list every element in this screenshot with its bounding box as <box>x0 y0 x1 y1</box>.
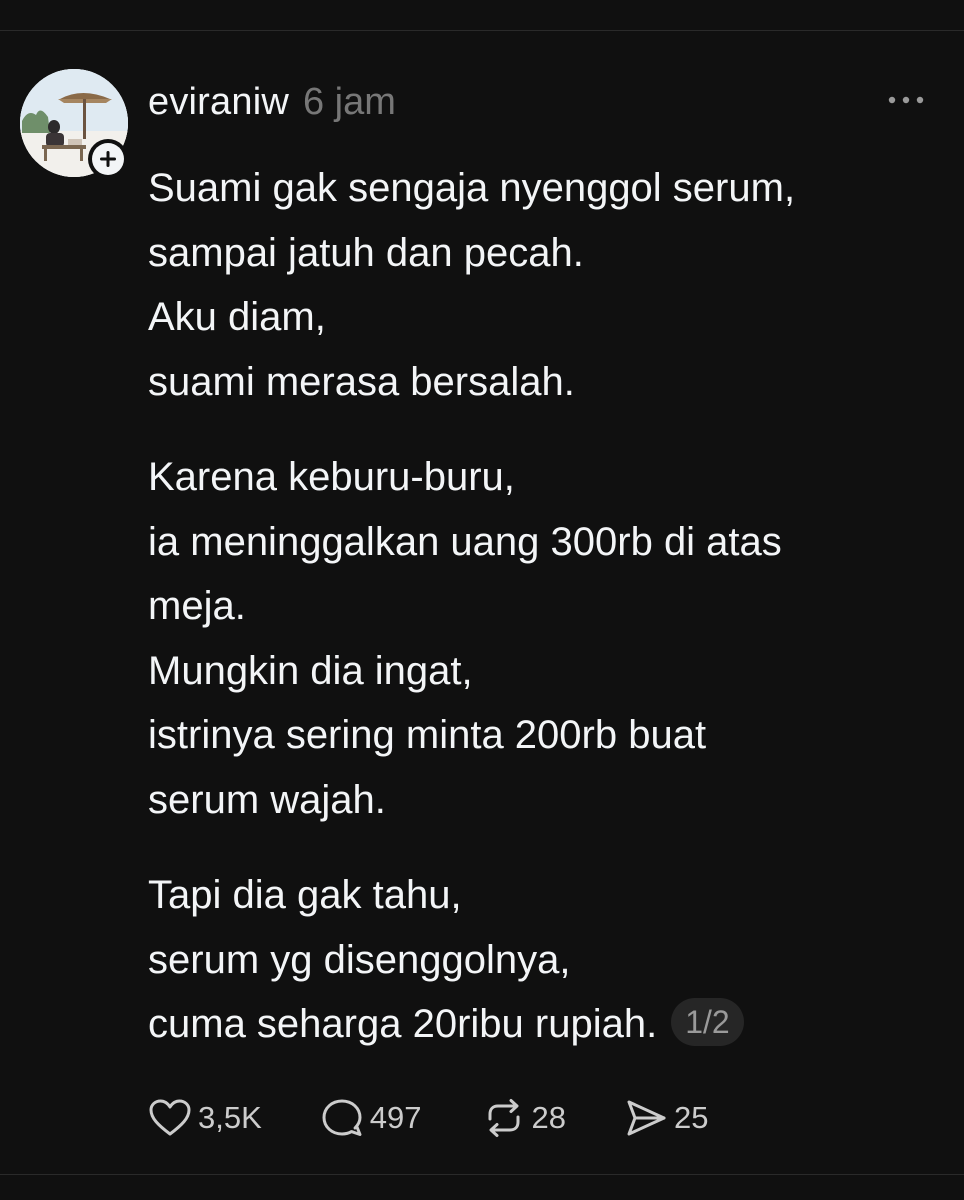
repost-arrows-icon <box>488 1099 520 1137</box>
post-paragraph: Tapi dia gak tahu, serum yg disenggolnya… <box>148 863 938 1057</box>
post-line: serum yg disenggolnya, <box>148 937 571 982</box>
post-line: cuma seharga 20ribu rupiah. <box>148 1002 658 1046</box>
reply-count: 497 <box>369 1100 422 1135</box>
bottom-divider <box>0 1174 964 1175</box>
post-line: Tapi dia gak tahu, <box>148 873 462 917</box>
post-paragraph: Suami gak sengaja nyenggol serum, sampai… <box>148 156 938 414</box>
username[interactable]: eviraniw <box>148 81 289 124</box>
post-paragraph: Karena keburu-buru, ia meninggalkan uang… <box>148 445 938 832</box>
post-body: Suami gak sengaja nyenggol serum, sampai… <box>148 156 938 1057</box>
like-count: 3,5K <box>198 1100 262 1135</box>
share-button[interactable]: 25 <box>624 1097 708 1139</box>
thread-pager-badge: 1/2 <box>671 998 744 1047</box>
share-count: 25 <box>674 1100 709 1135</box>
plus-icon <box>92 143 124 175</box>
reply-button[interactable]: 497 <box>320 1097 422 1139</box>
post-timestamp[interactable]: 6 jam <box>303 81 396 124</box>
post-line: meja. <box>148 584 246 628</box>
post-line-with-pager: cuma seharga 20ribu rupiah. 1/2 <box>148 992 938 1057</box>
post-line: Aku diam, <box>148 295 326 339</box>
post-line: Mungkin dia ingat, <box>148 648 473 693</box>
follow-button[interactable] <box>88 139 128 179</box>
post-line: sampai jatuh dan pecah. <box>148 230 584 275</box>
post-actions: 3,5K 497 28 25 <box>148 1093 708 1143</box>
post-header: eviraniw 6 jam <box>148 77 396 127</box>
comment-bubble-icon <box>322 1099 362 1136</box>
send-paper-plane-icon <box>627 1100 666 1136</box>
post-line: Suami gak sengaja nyenggol serum, <box>148 166 796 210</box>
like-button[interactable]: 3,5K <box>148 1098 262 1138</box>
repost-button[interactable]: 28 <box>482 1097 566 1139</box>
heart-icon <box>149 1099 191 1136</box>
more-horizontal-icon <box>888 96 924 104</box>
post-line: suami merasa bersalah. <box>148 359 575 404</box>
post-line: istrinya sering minta 200rb buat <box>148 713 707 757</box>
post-line: Karena keburu-buru, <box>148 455 515 499</box>
more-options-button[interactable] <box>884 83 928 117</box>
post-line: ia meninggalkan uang 300rb di atas <box>148 519 782 564</box>
post-line: serum wajah. <box>148 777 386 822</box>
thread-post: eviraniw 6 jam Suami gak sengaja nyenggo… <box>0 31 964 1174</box>
repost-count: 28 <box>531 1100 566 1135</box>
